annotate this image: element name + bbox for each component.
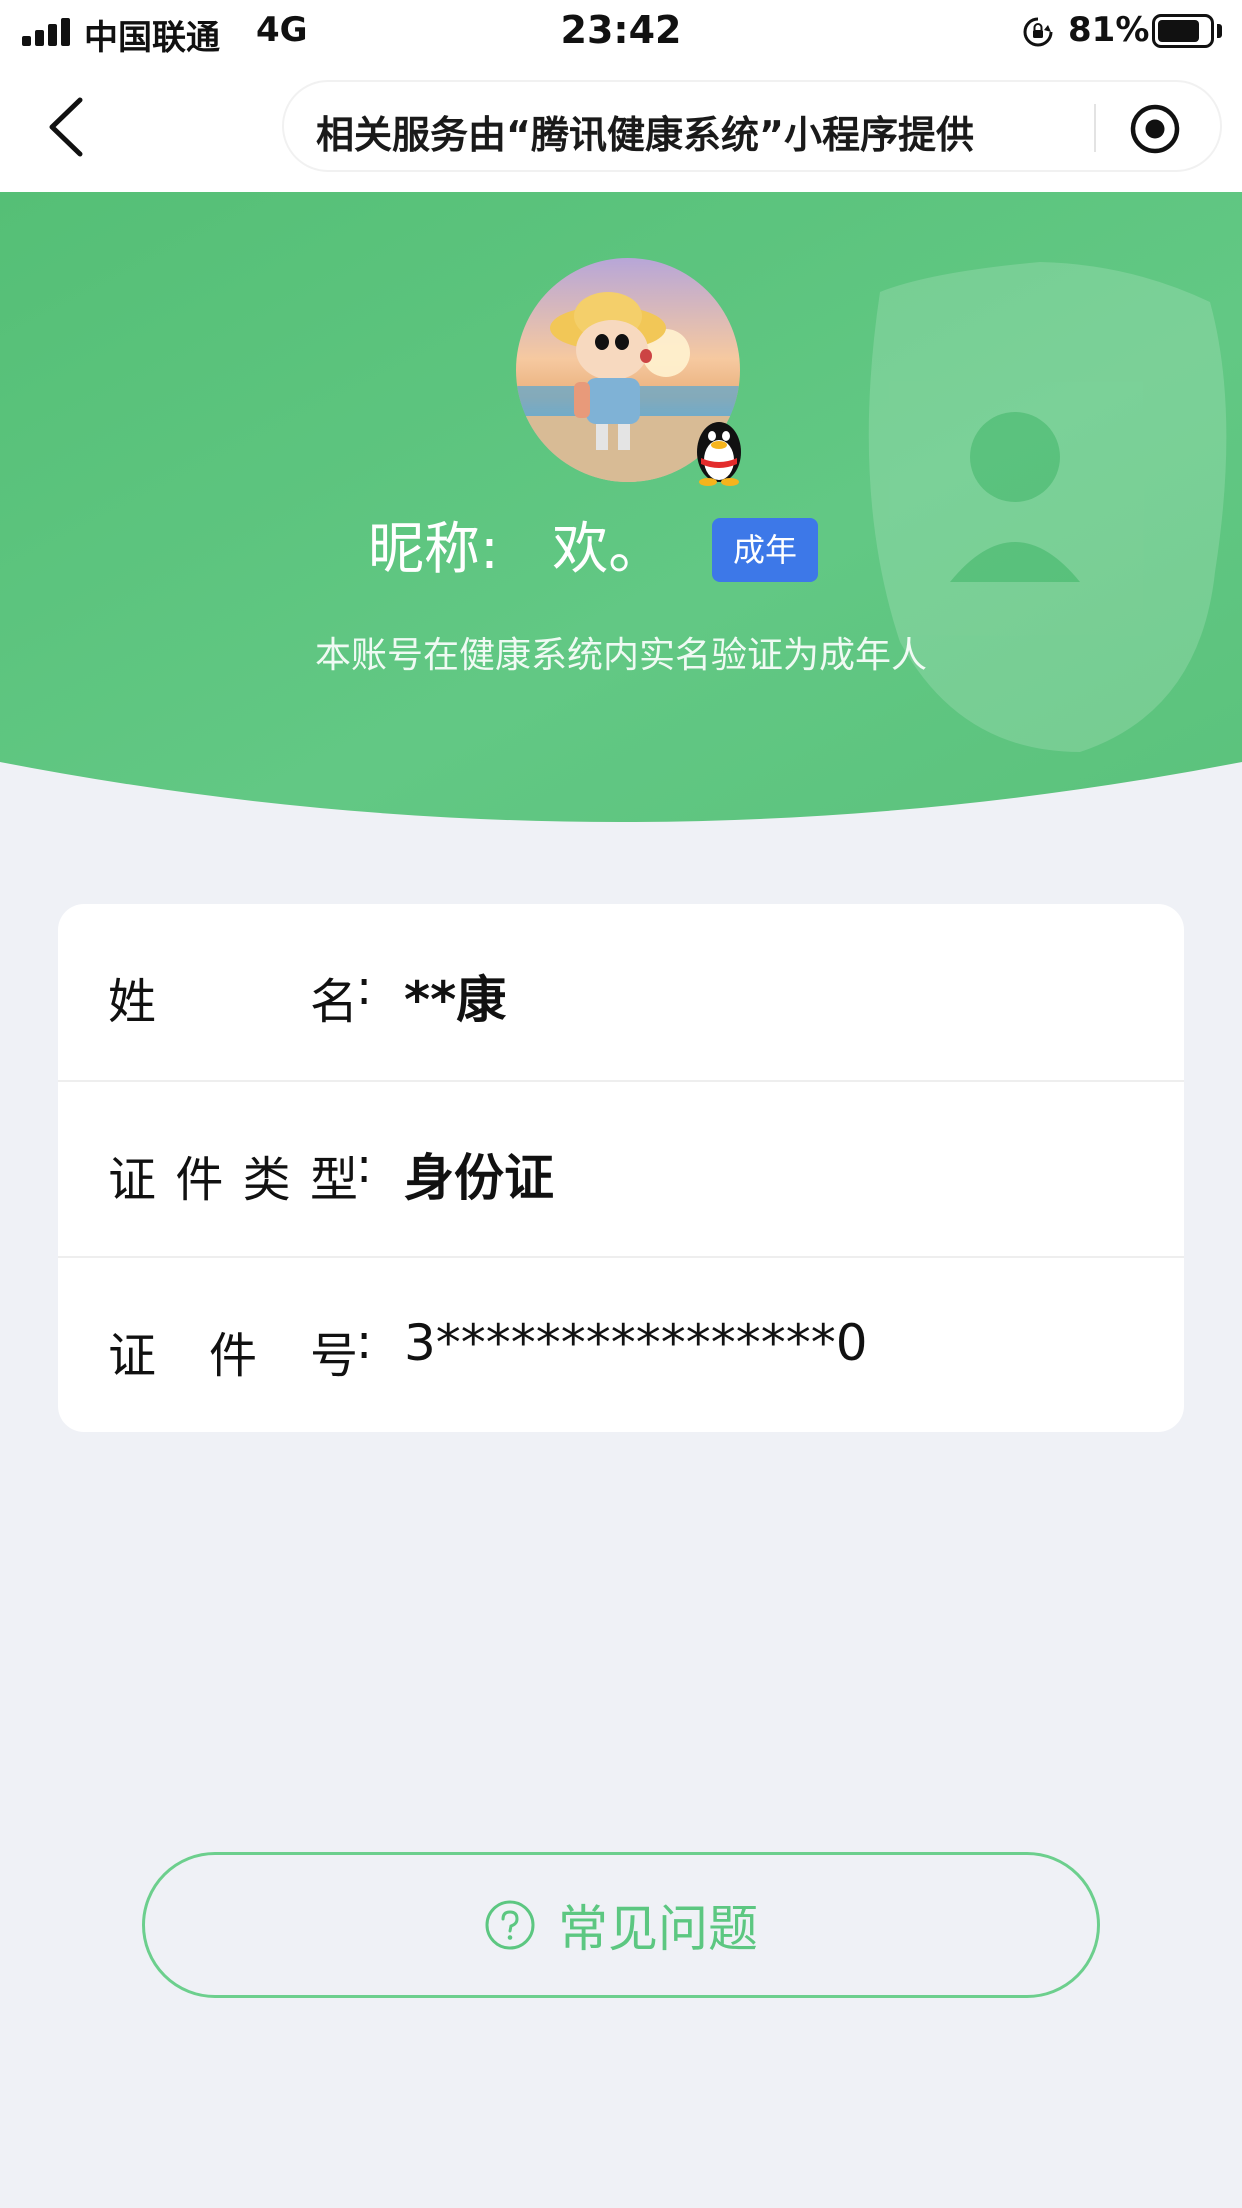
nickname-label: 昵称: <box>368 517 499 582</box>
faq-button-content: 常见问题 <box>145 1855 1097 1995</box>
id-number-value: 3****************0 <box>404 1314 868 1372</box>
name-colon: : <box>356 960 373 1016</box>
id-number-label: 证 件 号 <box>108 1328 358 1384</box>
faq-label: 常见问题 <box>558 1900 758 1958</box>
nav-bar: 相关服务由“腾讯健康系统”小程序提供 <box>0 64 1242 192</box>
id-number-colon: : <box>356 1314 373 1370</box>
id-type-label: 证 件 类 型 <box>108 1152 358 1208</box>
battery-icon <box>1152 14 1214 48</box>
status-bar: 中国联通 4G 23:42 81% <box>0 0 1242 64</box>
nav-divider <box>1094 104 1096 152</box>
id-type-row: 证 件 类 型 : 身份证 <box>58 1080 1184 1256</box>
back-button[interactable] <box>40 94 100 160</box>
nav-title-pill: 相关服务由“腾讯健康系统”小程序提供 <box>282 80 1222 172</box>
name-label: 姓 名 <box>108 974 358 1030</box>
age-badge: 成年 <box>712 518 818 582</box>
profile-header: 昵称: 欢。 成年 本账号在健康系统内实名验证为成年人 <box>0 192 1242 832</box>
status-time: 23:42 <box>560 8 682 52</box>
name-row: 姓 名 : **康 <box>58 904 1184 1080</box>
page: 中国联通 4G 23:42 81% 相关服务由“腾讯健康系统”小程序提供 昵称:… <box>0 0 1242 2208</box>
id-type-value: 身份证 <box>404 1149 554 1207</box>
nickname-value: 欢。 <box>552 517 665 582</box>
id-number-row: 证 件 号 : 3****************0 <box>58 1256 1184 1432</box>
qq-penguin-icon <box>697 422 741 486</box>
target-icon <box>1130 104 1180 154</box>
chevron-left-icon <box>49 97 83 157</box>
id-type-colon: : <box>356 1138 373 1194</box>
rotation-lock-icon <box>1023 17 1053 47</box>
faq-button[interactable]: 常见问题 <box>142 1852 1100 1998</box>
identity-card: 姓 名 : **康 证 件 类 型 : 身份证 证 件 号 : 3*******… <box>58 904 1184 1432</box>
nickname: 昵称: 欢。 <box>368 504 664 585</box>
target-button[interactable] <box>1130 104 1180 154</box>
battery-percent: 81% <box>1068 10 1150 50</box>
question-circle-icon <box>485 1900 535 1950</box>
name-value: **康 <box>404 971 507 1029</box>
nav-title: 相关服务由“腾讯健康系统”小程序提供 <box>316 113 974 157</box>
battery-cap <box>1217 24 1222 38</box>
verify-text: 本账号在健康系统内实名验证为成年人 <box>314 635 927 676</box>
